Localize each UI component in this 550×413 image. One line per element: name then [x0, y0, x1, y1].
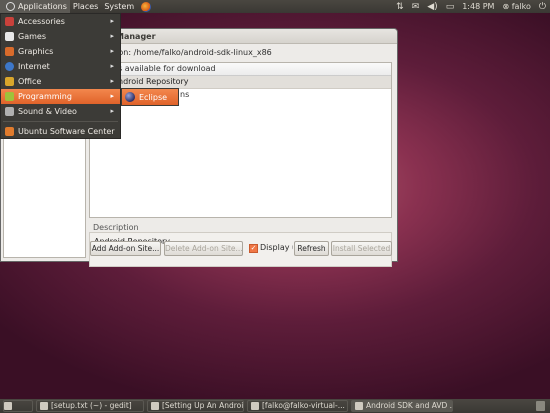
submenu-arrow-icon: ▸: [110, 77, 114, 85]
install-selected-button[interactable]: Install Selected: [331, 241, 392, 256]
internet-icon: [5, 62, 14, 71]
show-desktop-button[interactable]: [3, 400, 33, 412]
android-sdk-icon: [355, 402, 363, 410]
menu-separator: [3, 121, 118, 122]
menu-item-label: Games: [18, 32, 46, 41]
network-icon[interactable]: ⇅: [396, 2, 404, 12]
task-label: [falko@falko-virtual-...: [262, 401, 345, 410]
add-addon-site-button[interactable]: Add Add-on Site...: [90, 241, 161, 256]
power-icon[interactable]: ⏻: [539, 2, 546, 12]
submenu-item-label: Eclipse: [139, 92, 168, 102]
menu-item-label: Ubuntu Software Center: [18, 127, 115, 136]
programming-icon: [5, 92, 14, 101]
task-terminal[interactable]: [falko@falko-virtual-...: [247, 400, 348, 412]
task-firefox[interactable]: [Setting Up An Androi...: [147, 400, 244, 412]
description-label: Description: [93, 223, 139, 232]
system-menu[interactable]: System: [101, 0, 137, 13]
task-label: Android SDK and AVD ...: [366, 401, 453, 410]
package-list[interactable]: s available for download ndroid Reposito…: [89, 62, 392, 218]
display-updates-label: Display u: [260, 243, 293, 252]
submenu-arrow-icon: ▸: [110, 92, 114, 100]
battery-icon[interactable]: ▭: [446, 2, 455, 12]
places-menu[interactable]: Places: [70, 0, 101, 13]
task-gedit[interactable]: [setup.txt (~) - gedit]: [36, 400, 144, 412]
office-icon: [5, 77, 14, 86]
task-android-sdk[interactable]: Android SDK and AVD ...: [351, 400, 453, 412]
trash-icon[interactable]: [536, 401, 545, 411]
show-desktop-icon: [4, 402, 12, 410]
sdk-location-label: tion: /home/falko/android-sdk-linux_x86: [113, 48, 272, 57]
menu-item-games[interactable]: Games ▸: [1, 29, 120, 44]
sound-video-icon: [5, 107, 14, 116]
menu-item-office[interactable]: Office ▸: [1, 74, 120, 89]
menu-item-label: Accessories: [18, 17, 65, 26]
submenu-arrow-icon: ▸: [110, 32, 114, 40]
submenu-arrow-icon: ▸: [110, 17, 114, 25]
submenu-item-eclipse[interactable]: Eclipse: [121, 88, 179, 106]
clock[interactable]: 1:48 PM: [462, 2, 494, 11]
menu-item-internet[interactable]: Internet ▸: [1, 59, 120, 74]
places-menu-label: Places: [72, 2, 99, 11]
user-name: falko: [511, 2, 531, 11]
firefox-icon[interactable]: [141, 1, 152, 12]
system-tray: ⇅ ✉ ◀) ▭ 1:48 PM ⊗ falko ⏻: [396, 0, 546, 13]
mail-icon[interactable]: ✉: [412, 2, 420, 12]
system-menu-label: System: [104, 2, 135, 11]
accessories-icon: [5, 17, 14, 26]
software-center-icon: [5, 127, 14, 136]
ubuntu-logo-icon: [6, 2, 15, 11]
applications-menu-label: Applications: [18, 2, 67, 11]
menu-item-label: Internet: [18, 62, 50, 71]
menu-item-sound-video[interactable]: Sound & Video ▸: [1, 104, 120, 119]
applications-menu[interactable]: Applications: [0, 0, 70, 13]
bottom-taskbar: [setup.txt (~) - gedit] [Setting Up An A…: [0, 399, 550, 413]
display-updates-checkbox[interactable]: ✓: [249, 244, 258, 253]
submenu-arrow-icon: ▸: [110, 47, 114, 55]
menu-item-accessories[interactable]: Accessories ▸: [1, 14, 120, 29]
eclipse-icon: [125, 92, 135, 102]
volume-icon[interactable]: ◀): [427, 2, 437, 12]
task-label: [setup.txt (~) - gedit]: [51, 401, 132, 410]
menu-item-label: Office: [18, 77, 42, 86]
terminal-icon: [251, 402, 259, 410]
gedit-icon: [40, 402, 48, 410]
menu-item-software-center[interactable]: Ubuntu Software Center: [1, 124, 120, 139]
menu-item-programming[interactable]: Programming ▸: [1, 89, 120, 104]
task-label: [Setting Up An Androi...: [162, 401, 244, 410]
refresh-button[interactable]: Refresh: [294, 241, 329, 256]
submenu-arrow-icon: ▸: [110, 107, 114, 115]
firefox-task-icon: [151, 402, 159, 410]
package-list-header: s available for download: [90, 63, 391, 76]
menu-item-label: Sound & Video: [18, 107, 77, 116]
delete-addon-site-button[interactable]: Delete Add-on Site...: [164, 241, 243, 256]
menu-item-graphics[interactable]: Graphics ▸: [1, 44, 120, 59]
applications-dropdown: Accessories ▸ Games ▸ Graphics ▸ Interne…: [0, 13, 121, 139]
top-panel: Applications Places System ⇅ ✉ ◀) ▭ 1:48…: [0, 0, 550, 13]
user-menu[interactable]: ⊗ falko: [502, 2, 530, 11]
menu-item-label: Graphics: [18, 47, 54, 56]
menu-item-label: Programming: [18, 92, 72, 101]
graphics-icon: [5, 47, 14, 56]
games-icon: [5, 32, 14, 41]
submenu-arrow-icon: ▸: [110, 62, 114, 70]
